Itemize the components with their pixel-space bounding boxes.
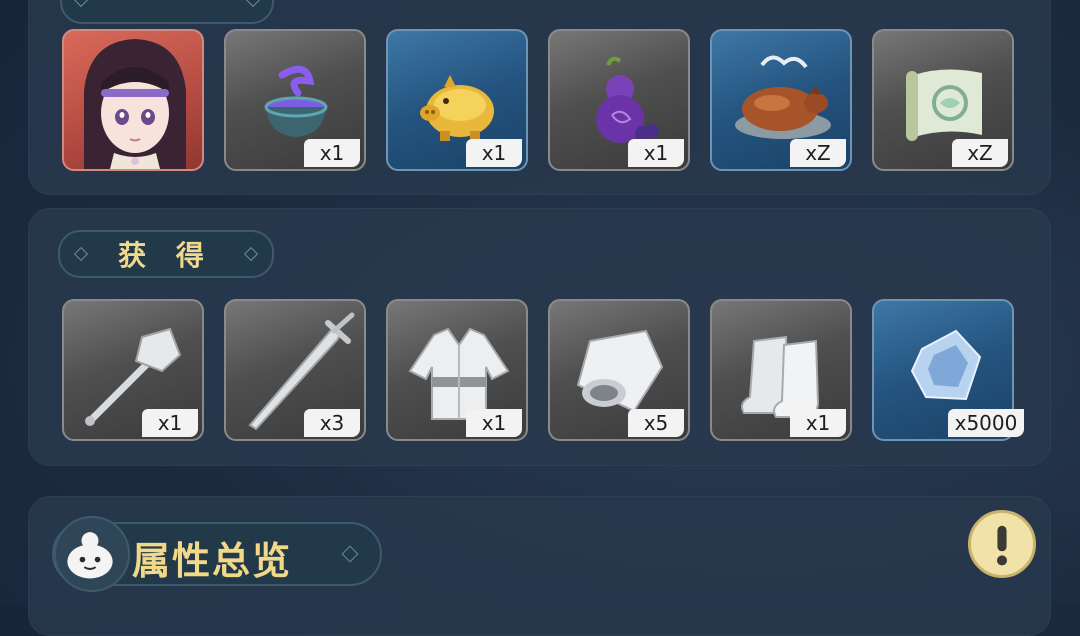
- item-count: x1: [466, 139, 522, 167]
- section-tab-top: [60, 0, 274, 24]
- item-slot-mid-6[interactable]: x5000: [872, 299, 1024, 441]
- item-slot-mid-1[interactable]: x1: [62, 299, 204, 441]
- item-slot-portrait[interactable]: [62, 29, 204, 171]
- diamond-ornament-icon: [73, 0, 89, 8]
- item-slot-mid-5[interactable]: x1: [710, 299, 852, 441]
- item-count: x5000: [948, 409, 1024, 437]
- item-count: x5: [628, 409, 684, 437]
- info-button[interactable]: [968, 510, 1036, 578]
- item-slot-mid-4[interactable]: x5: [548, 299, 690, 441]
- diamond-ornament-icon: [243, 246, 259, 262]
- diamond-ornament-icon: [73, 246, 89, 262]
- section-tab-obtained: 获 得: [58, 230, 274, 278]
- item-slot-top-5[interactable]: xZ: [710, 29, 852, 171]
- item-count: x1: [790, 409, 846, 437]
- item-count: x1: [628, 139, 684, 167]
- item-slot-top-6[interactable]: xZ: [872, 29, 1014, 171]
- item-count: x3: [304, 409, 360, 437]
- character-portrait-icon: [84, 39, 186, 169]
- item-count: x1: [466, 409, 522, 437]
- item-count: xZ: [790, 139, 846, 167]
- attribute-overview-title: 属性总览: [132, 539, 293, 583]
- item-slot-top-4[interactable]: x1: [548, 29, 690, 171]
- item-count: x1: [142, 409, 198, 437]
- item-slot-mid-2[interactable]: x3: [224, 299, 366, 441]
- item-slot-top-2[interactable]: x1: [224, 29, 366, 171]
- diamond-ornament-icon: [245, 0, 261, 8]
- mascot-icon: [54, 516, 130, 592]
- item-count: xZ: [952, 139, 1008, 167]
- exclamation-icon: [996, 525, 1008, 566]
- section-tab-obtained-label: 获 得: [118, 239, 214, 272]
- item-slot-top-3[interactable]: x1: [386, 29, 528, 171]
- item-slot-mid-3[interactable]: x1: [386, 299, 528, 441]
- item-count: x1: [304, 139, 360, 167]
